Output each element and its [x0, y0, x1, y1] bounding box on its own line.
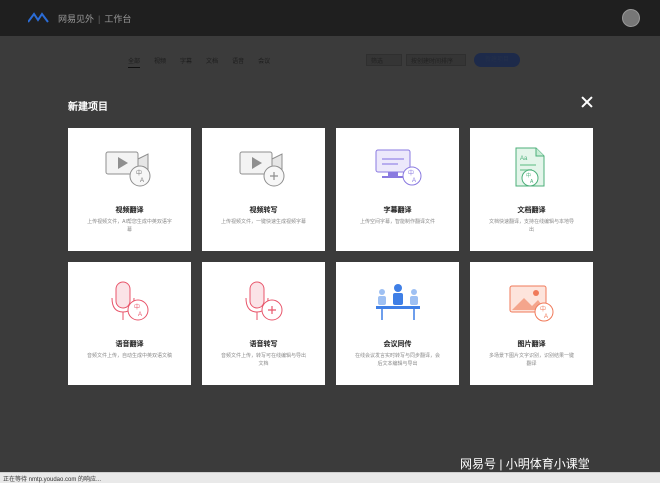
voice-transcribe-icon [238, 280, 290, 324]
card-video-transcribe[interactable]: 视频转写 上传视频文件，一键快速生成视频字幕 [202, 128, 325, 251]
card-title: 字幕翻译 [383, 207, 412, 214]
card-description: 文档快速翻译，支持在线编辑与本地导出 [488, 219, 574, 233]
card-voice-translate[interactable]: 中 A 语音翻译 音频文件上传，自动生成中英双语文稿 [68, 262, 191, 385]
brand-name: 网易见外 [58, 14, 95, 24]
svg-text:A: A [412, 178, 416, 184]
svg-text:Aa: Aa [520, 156, 528, 162]
card-image-translate[interactable]: 中 A 图片翻译 多场景下图片文字识别，识别结果一键翻译 [470, 262, 593, 385]
avatar[interactable] [622, 9, 640, 27]
card-title: 语音转写 [249, 341, 278, 348]
card-title: 视频翻译 [115, 207, 144, 214]
brand-title[interactable]: 网易见外 | 工作台 [58, 12, 131, 25]
card-description: 音频文件上传，转写可在线编辑与导出文档 [220, 353, 306, 367]
video-transcribe-icon [238, 146, 290, 190]
brand-logo-icon [28, 12, 49, 23]
card-title: 语音翻译 [115, 341, 144, 348]
card-voice-transcribe[interactable]: 语音转写 音频文件上传，转写可在线编辑与导出文档 [202, 262, 325, 385]
svg-text:中: 中 [136, 169, 142, 177]
card-title: 文档翻译 [517, 207, 546, 214]
project-type-grid: 中 A 视频翻译 上传视频文件，AI帮您生成中英双语字幕 视频转写 上传视频文件… [68, 128, 593, 385]
close-icon[interactable] [580, 95, 594, 109]
card-description: 多场景下图片文字识别，识别结果一键翻译 [488, 353, 574, 367]
status-text: 正在等待 nmtp.youdao.com 的响应... [3, 477, 102, 483]
card-video-translate[interactable]: 中 A 视频翻译 上传视频文件，AI帮您生成中英双语字幕 [68, 128, 191, 251]
svg-text:A: A [544, 314, 548, 320]
card-description: 上传空间字幕，智能制作翻译文件 [359, 219, 435, 225]
svg-text:A: A [140, 178, 144, 184]
svg-text:A: A [138, 312, 142, 318]
svg-text:中: 中 [526, 172, 531, 179]
card-title: 会议同传 [383, 341, 412, 348]
document-translate-icon: Aa 中 A [506, 146, 558, 190]
svg-text:中: 中 [540, 305, 546, 313]
voice-translate-icon: 中 A [104, 280, 156, 324]
brand-separator: | [98, 14, 101, 24]
card-subtitle-translate[interactable]: 中 A 字幕翻译 上传空间字幕，智能制作翻译文件 [336, 128, 459, 251]
subtitle-translate-icon: 中 A [372, 146, 424, 190]
brand-section: 工作台 [104, 14, 132, 24]
card-title: 视频转写 [249, 207, 278, 214]
card-description: 上传视频文件，一键快速生成视频字幕 [220, 219, 306, 225]
card-description: 音频文件上传，自动生成中英双语文稿 [86, 353, 172, 359]
svg-text:中: 中 [408, 169, 414, 177]
svg-text:中: 中 [134, 303, 140, 311]
app-topbar: 网易见外 | 工作台 [0, 0, 660, 36]
card-description: 上传视频文件，AI帮您生成中英双语字幕 [87, 219, 172, 233]
watermark: 网易号 | 小明体育小课堂 [460, 457, 590, 471]
card-title: 图片翻译 [517, 341, 546, 348]
card-document-translate[interactable]: Aa 中 A 文档翻译 文档快速翻译，支持在线编辑与本地导出 [470, 128, 593, 251]
image-translate-icon: 中 A [506, 280, 558, 324]
video-translate-icon: 中 A [104, 146, 156, 190]
card-description: 在线会议发言实时转写与同步翻译，会后文本编辑与导出 [354, 353, 440, 367]
browser-status-bar: 正在等待 nmtp.youdao.com 的响应... [0, 472, 660, 483]
meeting-interpret-icon [372, 280, 424, 324]
modal-title: 新建项目 [68, 102, 108, 113]
card-meeting-interpret[interactable]: 会议同传 在线会议发言实时转写与同步翻译，会后文本编辑与导出 [336, 262, 459, 385]
